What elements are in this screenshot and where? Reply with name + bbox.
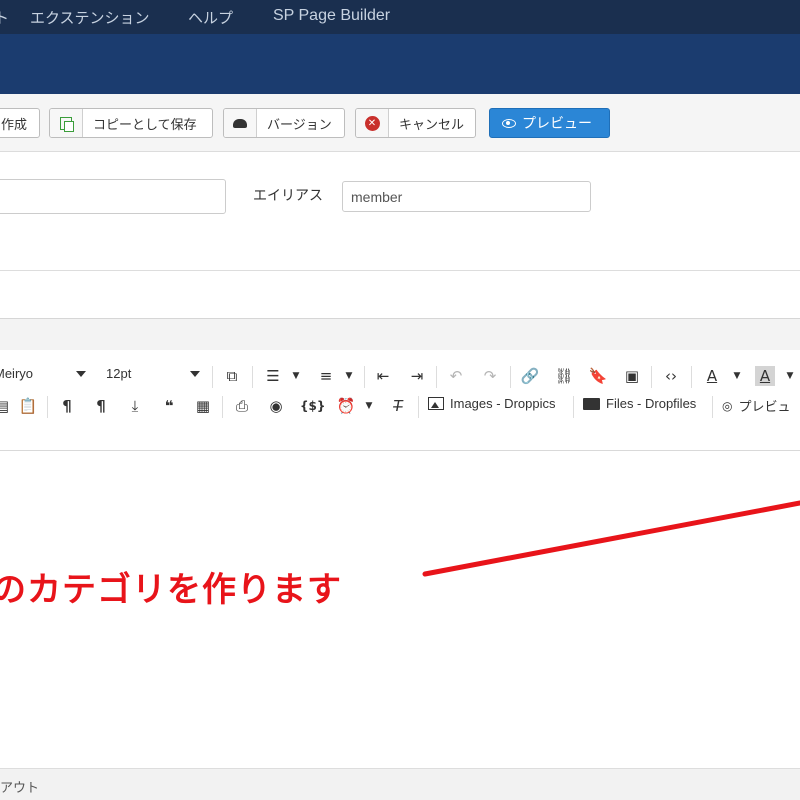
status-bar: アウト [0, 768, 800, 800]
annotation-arrow-line [422, 500, 800, 577]
status-bar-text: アウト [0, 781, 40, 796]
app-window: ト エクステンション ヘルプ SP Page Builder 作成 コピーとして… [0, 0, 800, 800]
annotation-text: のカテゴリを作ります [0, 570, 342, 610]
